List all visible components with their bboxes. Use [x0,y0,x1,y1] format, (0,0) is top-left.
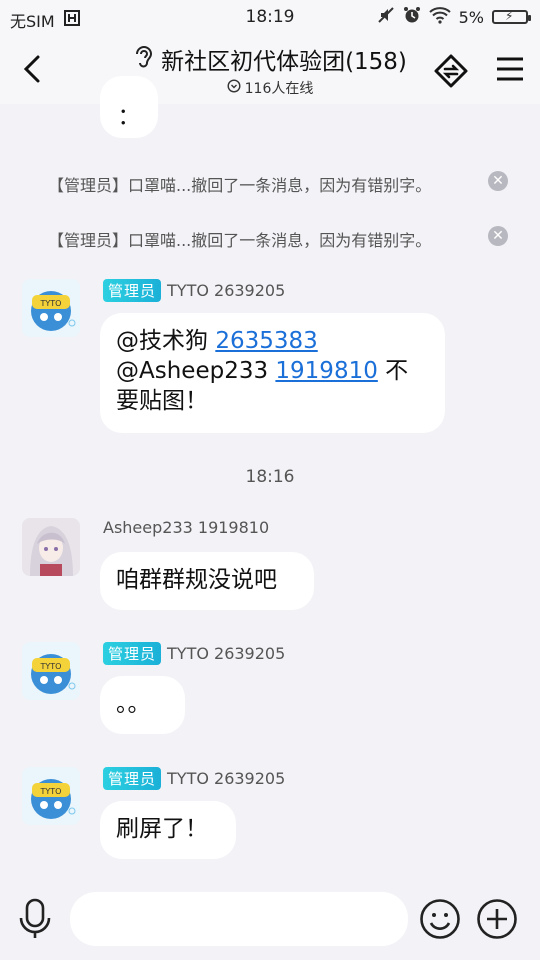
message-list[interactable]: ： 【管理员】口罩喵...撤回了一条消息，因为有错别字。 ✕ 【管理员】口罩喵.… [0,76,540,880]
status-bar: 无SIM 18:19 5% ⚡ [0,0,540,34]
svg-text:TYTO: TYTO [40,787,62,796]
mention-text: @技术狗 [116,328,216,354]
back-button[interactable] [18,54,48,84]
mention-link[interactable]: 2635383 [215,328,317,354]
chat-header: 新社区初代体验团(158) 116人在线 [0,34,540,104]
smiley-icon [420,899,460,939]
time-separator: 18:16 [245,467,295,487]
sender-line: 管理员 TYTO 2639205 [103,279,285,302]
message-bubble[interactable]: 咱群群规没说吧 [100,552,314,610]
voice-button[interactable] [18,898,52,944]
svg-text:TYTO: TYTO [40,299,62,308]
sender-name[interactable]: Asheep233 1919810 [103,518,269,537]
group-switch-button[interactable] [432,52,470,94]
recall-notice: 【管理员】口罩喵...撤回了一条消息，因为有错别字。 [48,231,432,250]
hamburger-icon [497,57,523,81]
page-title[interactable]: 新社区初代体验团(158) [161,42,407,76]
emoji-button[interactable] [419,898,461,944]
message-text: 。。 [116,691,151,717]
avatar[interactable] [22,518,80,576]
avatar[interactable]: TYTO [22,279,80,337]
admin-badge: 管理员 [103,642,162,665]
message-text: 要贴图！ [116,388,208,414]
more-button[interactable] [476,898,518,944]
input-bar [0,880,540,960]
svg-text:TYTO: TYTO [40,662,62,671]
admin-badge: 管理员 [103,767,162,790]
message-text: 刷屏了！ [116,816,208,842]
microphone-icon [19,898,51,938]
avatar[interactable]: TYTO [22,767,80,825]
online-icon [227,79,241,97]
sender-line: 管理员 TYTO 2639205 [103,642,285,665]
message-bubble[interactable]: @技术狗 2635383 @Asheep233 1919810 不 要贴图！ [100,313,445,433]
message-bubble[interactable]: ： [100,76,158,138]
mention-text: @Asheep233 [116,358,276,384]
close-icon[interactable]: ✕ [488,171,508,191]
battery-icon: ⚡ [492,9,531,24]
admin-badge: 管理员 [103,279,162,302]
message-text: 不 [377,358,409,384]
message-text: 咱群群规没说吧 [116,567,277,593]
close-icon[interactable]: ✕ [488,226,508,246]
wifi-icon [428,6,451,28]
mention-link[interactable]: 1919810 [275,358,377,384]
sender-name[interactable]: TYTO 2639205 [167,281,285,300]
sender-name[interactable]: TYTO 2639205 [167,644,285,663]
menu-button[interactable] [496,56,524,86]
sender-line: 管理员 TYTO 2639205 [103,767,285,790]
sender-name[interactable]: TYTO 2639205 [167,769,285,788]
mute-icon [377,6,395,28]
chevron-left-icon [23,55,40,83]
alarm-icon [403,6,421,28]
message-bubble[interactable]: 刷屏了！ [100,801,236,859]
battery-percent: 5% [458,7,484,27]
recall-notice: 【管理员】口罩喵...撤回了一条消息，因为有错别字。 [48,176,432,195]
avatar[interactable]: TYTO [22,642,80,700]
plus-icon [477,899,517,939]
sender-line: Asheep233 1919810 [103,518,269,537]
message-text: ： [117,104,141,130]
message-bubble[interactable]: 。。 [100,676,185,734]
message-input[interactable] [70,892,408,946]
swap-icon [434,54,468,88]
online-count[interactable]: 116人在线 [245,78,314,98]
ear-icon [133,44,155,74]
